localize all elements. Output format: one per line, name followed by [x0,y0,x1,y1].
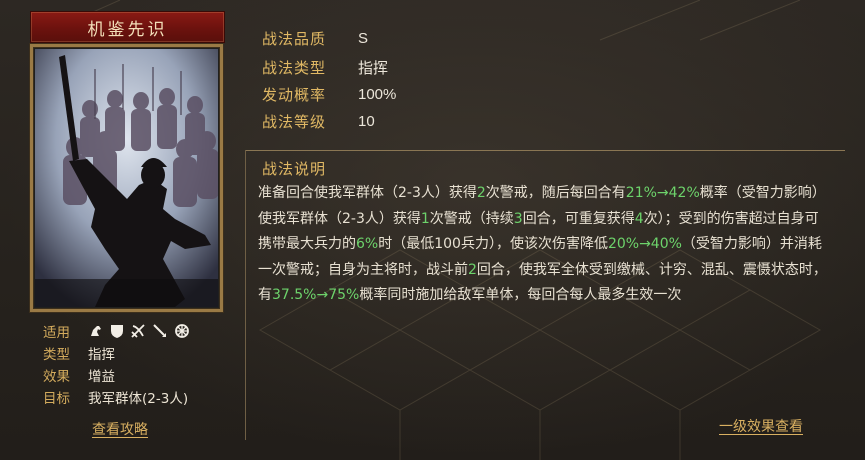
shield-icon [111,325,123,338]
applicable-row: 适用 [43,320,190,342]
description-title: 战法说明 [262,160,327,178]
skill-description: 准备回合使我军群体（2-3人）获得2次警戒，随后每回合有21%→42%概率（受智… [258,181,828,309]
skill-level-label: 战法等级 [262,112,327,131]
description-highlight-value: 2 [476,185,486,201]
description-text: 回合，可重复获得 [522,210,635,227]
description-text: 时（最低100兵力），使该次伤害降低 [378,236,608,252]
skill-name-banner: 机鉴先识 [30,11,225,43]
target-row: 目标 我军群体(2-3人) [43,386,190,408]
view-strategy-link[interactable]: 查看攻略 [92,419,148,439]
skill-level-row: 战法等级 10 [262,109,375,133]
type-label: 类型 [43,347,70,363]
chariot-icon [175,324,189,338]
applicable-label: 适用 [43,325,70,341]
description-text: 概率同时施加给敌军单体，每回合每人最多生效一次 [359,287,682,303]
trigger-rate-value: 100% [358,85,397,103]
quality-row: 战法品质 S [262,26,368,50]
cavalry-icon [91,326,101,336]
skill-type-label: 战法类型 [262,58,327,77]
skill-card-art [30,44,223,312]
skill-type-row: 战法类型 指挥 [262,55,388,79]
skill-attributes: 适用 类型 指挥 效果 增益 目标 我军群体(2-3人) [43,320,190,408]
warrior-silhouette-art [35,49,218,307]
target-label: 目标 [43,391,70,407]
description-text: 次警戒，随后每回合有 [485,185,626,201]
skill-name: 机鉴先识 [87,19,168,40]
description-highlight-value: 37.5%→75% [272,287,360,303]
skill-detail-panel: 机鉴先识 适用 类型 指挥 效果 增益 目标 我军群体(2-3人) 查看攻略 战… [0,0,865,460]
description-highlight-value: 21%→42% [625,185,700,201]
applicable-icons [88,323,190,339]
effect-value: 增益 [88,369,115,385]
description-highlight-value: 2 [468,261,477,278]
spear-icon [153,324,166,337]
skill-level-value: 10 [358,112,375,130]
description-highlight-value: 3 [513,210,523,227]
trigger-rate-row: 发动概率 100% [262,82,396,106]
level-one-effect-link[interactable]: 一级效果查看 [719,416,803,436]
type-row: 类型 指挥 [43,342,190,364]
bow-icon [131,324,145,338]
quality-value: S [358,29,369,47]
target-value: 我军群体(2-3人) [88,391,189,407]
description-highlight-value: 1 [420,210,430,227]
effect-row: 效果 增益 [43,364,190,386]
skill-type-value: 指挥 [358,59,389,77]
trigger-rate-label: 发动概率 [262,85,327,104]
description-text: 准备回合使我军群体（2-3人）获得 [258,185,477,201]
description-text: 次警戒（持续 [429,210,514,227]
quality-label: 战法品质 [262,29,327,48]
description-highlight-value: 6% [356,236,379,252]
description-top-divider [245,150,845,151]
description-highlight-value: 4 [634,210,644,227]
description-highlight-value: 20%→40% [607,236,682,252]
description-left-divider [245,150,246,440]
type-value: 指挥 [88,347,115,363]
effect-label: 效果 [43,369,70,385]
